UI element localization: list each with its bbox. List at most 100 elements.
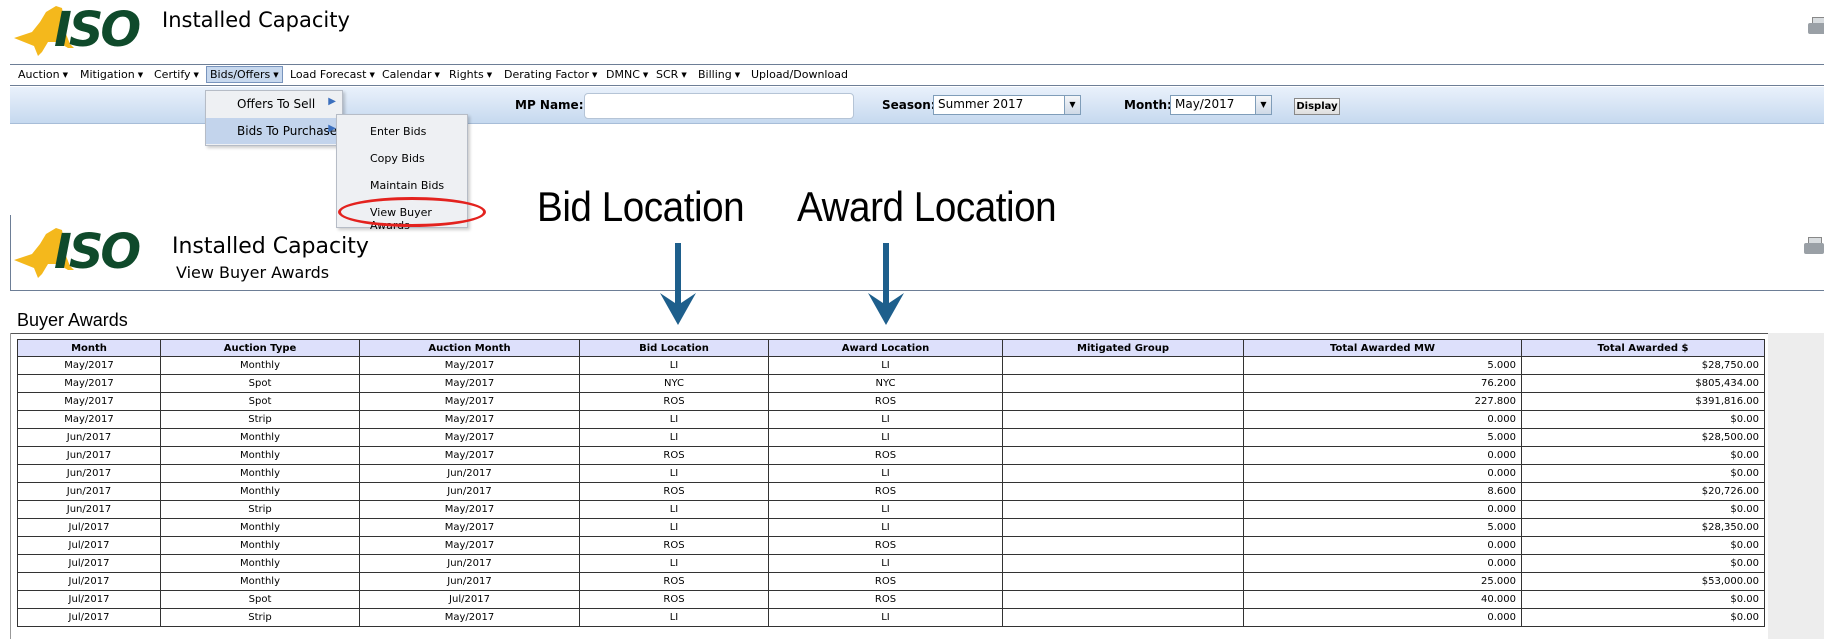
main-menu-bar: Auction ▼ Mitigation ▼ Certify ▼ Bids/Offer… bbox=[10, 64, 1824, 86]
table-cell: Jul/2017 bbox=[17, 572, 161, 591]
month-select[interactable]: May/2017 ▼ bbox=[1170, 95, 1272, 115]
table-row: Jun/2017 Monthly Jun/2017 ROS ROS 8.600 $20,72… bbox=[17, 482, 1765, 501]
menu-calendar[interactable]: Calendar ▼ bbox=[382, 68, 440, 81]
table-cell: Jun/2017 bbox=[17, 446, 161, 465]
table-cell bbox=[1002, 446, 1244, 465]
table-cell: 5.000 bbox=[1243, 428, 1522, 447]
table-cell bbox=[1002, 356, 1244, 375]
season-label: Season: bbox=[882, 98, 936, 112]
table-cell: 0.000 bbox=[1243, 464, 1522, 483]
table-cell: Monthly bbox=[160, 428, 360, 447]
table-cell: Strip bbox=[160, 500, 360, 519]
menu-certify[interactable]: Certify ▼ bbox=[154, 68, 199, 81]
table-cell bbox=[1002, 554, 1244, 573]
column-header[interactable]: Month bbox=[17, 339, 161, 357]
table-cell: LI bbox=[768, 428, 1003, 447]
table-cell: ROS bbox=[768, 536, 1003, 555]
table-row: May/2017 Monthly May/2017 LI LI 5.000 $28,750.… bbox=[17, 356, 1765, 375]
column-header[interactable]: Mitigated Group bbox=[1002, 339, 1244, 357]
table-row: May/2017 Spot May/2017 ROS ROS 227.800 $391,81… bbox=[17, 392, 1765, 411]
column-header[interactable]: Bid Location bbox=[579, 339, 769, 357]
table-cell: Jul/2017 bbox=[359, 590, 580, 609]
table-cell: ROS bbox=[579, 536, 769, 555]
print-icon[interactable] bbox=[1802, 236, 1824, 258]
print-icon[interactable] bbox=[1806, 16, 1824, 38]
table-cell: 0.000 bbox=[1243, 446, 1522, 465]
mp-name-input[interactable] bbox=[584, 93, 854, 119]
menu-rights[interactable]: Rights ▼ bbox=[449, 68, 492, 81]
table-cell: LI bbox=[579, 518, 769, 537]
table-cell: May/2017 bbox=[359, 500, 580, 519]
table-cell: May/2017 bbox=[17, 410, 161, 429]
column-header[interactable]: Award Location bbox=[768, 339, 1003, 357]
table-cell: LI bbox=[579, 410, 769, 429]
chevron-down-icon[interactable]: ▼ bbox=[1255, 96, 1271, 114]
table-cell: 40.000 bbox=[1243, 590, 1522, 609]
menu-bids-offers[interactable]: Bids/Offers ▼ bbox=[206, 66, 283, 83]
column-header[interactable]: Auction Type bbox=[160, 339, 360, 357]
table-cell bbox=[1002, 572, 1244, 591]
column-header[interactable]: Total Awarded MW bbox=[1243, 339, 1522, 357]
menu-mitigation[interactable]: Mitigation ▼ bbox=[80, 68, 143, 81]
table-cell: Monthly bbox=[160, 572, 360, 591]
table-row: Jul/2017 Strip May/2017 LI LI 0.000 $0.00 bbox=[17, 608, 1765, 627]
highlight-oval bbox=[338, 197, 486, 227]
table-cell: May/2017 bbox=[17, 374, 161, 393]
page-subtitle: View Buyer Awards bbox=[176, 263, 330, 282]
table-cell: $0.00 bbox=[1521, 446, 1765, 465]
table-cell: Jun/2017 bbox=[17, 464, 161, 483]
table-cell: LI bbox=[579, 464, 769, 483]
table-cell: Jul/2017 bbox=[17, 608, 161, 627]
table-cell: $53,000.00 bbox=[1521, 572, 1765, 591]
season-select[interactable]: Summer 2017 ▼ bbox=[933, 95, 1081, 115]
iso-logo-text: ISO bbox=[54, 2, 141, 58]
table-cell: ROS bbox=[768, 590, 1003, 609]
table-cell: Jul/2017 bbox=[17, 554, 161, 573]
table-cell: ROS bbox=[768, 392, 1003, 411]
table-cell: ROS bbox=[579, 590, 769, 609]
column-header[interactable]: Total Awarded $ bbox=[1521, 339, 1765, 357]
caret-right-icon: ▶ bbox=[328, 96, 336, 107]
menu-item-maintain-bids[interactable]: Maintain Bids bbox=[370, 179, 444, 192]
menu-load-forecast[interactable]: Load Forecast ▼ bbox=[290, 68, 375, 81]
buyer-awards-table: Month Auction Type Auction Month Bid Loc… bbox=[17, 339, 1765, 627]
iso-logo: ISO bbox=[12, 226, 141, 278]
table-cell: $0.00 bbox=[1521, 536, 1765, 555]
table-cell: LI bbox=[579, 608, 769, 627]
table-cell: LI bbox=[768, 500, 1003, 519]
table-row: Jul/2017 Spot Jul/2017 ROS ROS 40.000 $0.00 bbox=[17, 590, 1765, 609]
table-cell: May/2017 bbox=[359, 608, 580, 627]
table-cell: May/2017 bbox=[359, 446, 580, 465]
table-cell: Spot bbox=[160, 590, 360, 609]
menu-scr[interactable]: SCR ▼ bbox=[656, 68, 687, 81]
table-cell: Monthly bbox=[160, 446, 360, 465]
table-cell: May/2017 bbox=[359, 356, 580, 375]
table-cell: May/2017 bbox=[359, 374, 580, 393]
table-cell: Jul/2017 bbox=[17, 536, 161, 555]
menu-item-offers-to-sell[interactable]: Offers To Sell ▶ bbox=[206, 91, 342, 117]
display-button[interactable]: Display bbox=[1294, 98, 1340, 115]
menu-derating-factor[interactable]: Derating Factor ▼ bbox=[504, 68, 597, 81]
table-row: Jun/2017 Monthly May/2017 ROS ROS 0.000 $0.00 bbox=[17, 446, 1765, 465]
menu-dmnc[interactable]: DMNC ▼ bbox=[606, 68, 648, 81]
column-header[interactable]: Auction Month bbox=[359, 339, 580, 357]
table-cell bbox=[1002, 608, 1244, 627]
chevron-down-icon[interactable]: ▼ bbox=[1064, 96, 1080, 114]
table-cell: $28,350.00 bbox=[1521, 518, 1765, 537]
caret-right-icon: ▶ bbox=[328, 123, 336, 134]
menu-item-bids-to-purchase[interactable]: Bids To Purchase ▶ bbox=[206, 118, 342, 144]
table-cell: May/2017 bbox=[359, 410, 580, 429]
table-cell: Strip bbox=[160, 608, 360, 627]
table-cell: Jun/2017 bbox=[17, 428, 161, 447]
menu-item-enter-bids[interactable]: Enter Bids bbox=[370, 125, 426, 138]
section-divider bbox=[10, 333, 1824, 334]
table-cell bbox=[1002, 410, 1244, 429]
table-cell: $0.00 bbox=[1521, 464, 1765, 483]
month-label: Month: bbox=[1124, 98, 1172, 112]
table-cell: 5.000 bbox=[1243, 356, 1522, 375]
menu-upload-download[interactable]: Upload/Download bbox=[751, 68, 848, 81]
table-row: Jun/2017 Monthly Jun/2017 LI LI 0.000 $0.00 bbox=[17, 464, 1765, 483]
menu-item-copy-bids[interactable]: Copy Bids bbox=[370, 152, 425, 165]
menu-billing[interactable]: Billing ▼ bbox=[698, 68, 740, 81]
menu-auction[interactable]: Auction ▼ bbox=[18, 68, 68, 81]
